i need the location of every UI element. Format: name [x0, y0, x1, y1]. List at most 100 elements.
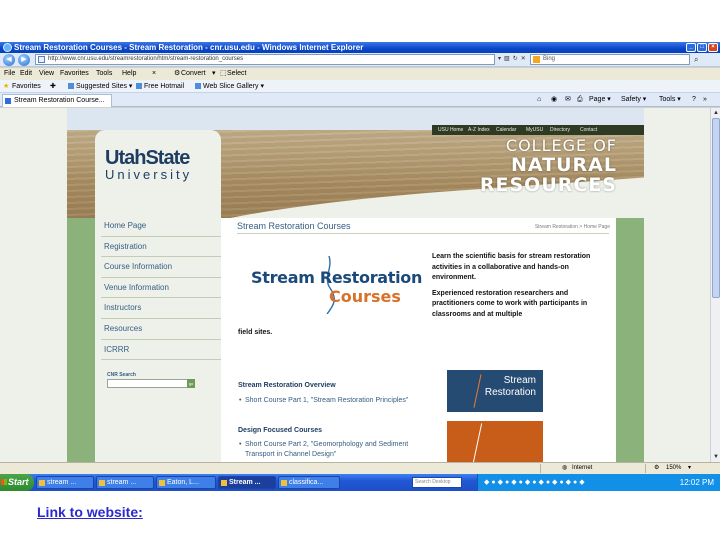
window-icon — [39, 480, 45, 486]
nav-course-information[interactable]: Course Information — [101, 257, 221, 278]
top-links: USU Home A-Z Index Calendar MyUSU Direct… — [432, 125, 644, 135]
college-title: COLLEGE OF NATURAL RESOURCES — [479, 136, 617, 196]
top-link-az-index[interactable]: A-Z Index — [468, 125, 490, 135]
search-input[interactable]: Bing — [530, 54, 690, 65]
taskbar-item[interactable]: classifica... — [278, 476, 340, 489]
intro-paragraph-1: Learn the scientific basis for stream re… — [432, 253, 591, 281]
search-icon[interactable]: ⌕ — [694, 55, 698, 65]
site-icon — [5, 98, 11, 104]
favorites-item-hotmail[interactable]: Free Hotmail — [136, 80, 184, 93]
dropdown-arrow-icon[interactable]: ▾ — [212, 68, 216, 80]
logo-stream-text: Stream Restoration — [251, 268, 423, 287]
zoom-dropdown-icon[interactable]: ▾ — [688, 463, 691, 474]
orange-tile[interactable] — [447, 421, 543, 462]
nav-icrrr[interactable]: ICRRR — [101, 340, 221, 361]
desktop-search-input[interactable]: Search Desktop — [412, 477, 462, 488]
scroll-thumb[interactable] — [712, 118, 720, 298]
refresh-icon[interactable]: ↻ — [513, 55, 518, 62]
usu-logo[interactable]: UtahState University — [105, 148, 215, 181]
search-placeholder: Bing — [543, 56, 556, 62]
menu-select[interactable]: Select — [227, 68, 246, 80]
menu-file[interactable]: File — [4, 68, 15, 80]
site-icon — [195, 83, 201, 90]
logo-courses-text: Courses — [329, 287, 401, 306]
top-link-contact[interactable]: Contact — [580, 125, 597, 135]
top-link-myusu[interactable]: MyUSU — [526, 125, 543, 135]
taskbar-item[interactable]: stream ... — [96, 476, 154, 489]
usu-website: USU Home A-Z Index Calendar MyUSU Direct… — [67, 108, 644, 462]
protected-mode-icon[interactable]: ⚙ — [654, 463, 659, 474]
back-button[interactable]: ◀ — [3, 54, 15, 66]
scroll-down-icon[interactable]: ▼ — [712, 453, 720, 461]
stream-restoration-logo: Stream Restoration Courses — [251, 256, 427, 314]
tools-menu[interactable]: Tools ▾ — [659, 93, 681, 107]
windows-flag-icon — [1, 479, 7, 485]
nav-resources[interactable]: Resources — [101, 319, 221, 340]
intro-paragraph-2: Experienced restoration researchers and … — [432, 289, 588, 318]
zoom-level[interactable]: 150% — [666, 463, 681, 474]
favorites-label[interactable]: Favorites — [12, 80, 41, 93]
forward-button[interactable]: ▶ — [18, 54, 30, 66]
close-menu-icon[interactable]: × — [152, 68, 156, 80]
maximize-button[interactable]: □ — [697, 43, 707, 52]
taskbar-item[interactable]: Eaton, L... — [156, 476, 216, 489]
scroll-up-icon[interactable]: ▲ — [712, 109, 720, 117]
stream-restoration-tile[interactable]: Stream Restoration — [447, 370, 543, 412]
site-icon — [136, 83, 142, 90]
course-link-part2[interactable]: • Short Course Part 2, "Geomorphology an… — [239, 440, 425, 460]
top-link-directory[interactable]: Directory — [550, 125, 570, 135]
nav-instructors[interactable]: Instructors — [101, 298, 221, 319]
help-icon[interactable]: ? — [692, 93, 696, 107]
feeds-icon[interactable]: ◉ — [551, 93, 557, 107]
side-nav: Home Page Registration Course Informatio… — [101, 216, 221, 361]
tray-icons[interactable]: ◆●◆●◆●◆●◆●◆●◆●◆ — [484, 478, 587, 486]
taskbar-item-active[interactable]: Stream ... — [218, 476, 276, 489]
dropdown-arrow-icon[interactable]: ▾ — [498, 55, 501, 62]
favorites-star-icon[interactable]: ★ — [3, 80, 9, 93]
tab-bar: Stream Restoration Course... ⌂ ◉ ✉ ⎙ Pag… — [0, 93, 720, 107]
taskbar-item[interactable]: stream ... — [36, 476, 94, 489]
menu-favorites[interactable]: Favorites — [60, 68, 89, 80]
nav-venue-information[interactable]: Venue Information — [101, 278, 221, 299]
safety-menu[interactable]: Safety ▾ — [621, 93, 646, 107]
menu-edit[interactable]: Edit — [20, 68, 32, 80]
address-bar: ◀ ▶ http://www.cnr.usu.edu/streamrestora… — [0, 53, 720, 67]
course-link-part1[interactable]: • Short Course Part 1, "Stream Restorati… — [239, 396, 425, 406]
home-icon[interactable]: ⌂ — [537, 93, 541, 107]
menu-help[interactable]: Help — [122, 68, 136, 80]
window-icon — [99, 480, 105, 486]
menu-view[interactable]: View — [39, 68, 54, 80]
breadcrumb[interactable]: Stream Restoration > Home Page — [535, 224, 610, 230]
close-button[interactable]: × — [708, 43, 718, 52]
more-icon[interactable]: » — [703, 93, 707, 107]
add-favorite-icon[interactable]: ✚ — [50, 80, 56, 93]
mail-icon[interactable]: ✉ — [565, 93, 571, 107]
top-link-usu-home[interactable]: USU Home — [438, 125, 463, 135]
compatibility-icon[interactable]: ▧ — [504, 55, 510, 62]
nav-home-page[interactable]: Home Page — [101, 216, 221, 237]
cnr-search-input[interactable] — [107, 379, 189, 388]
favorites-item-suggested[interactable]: Suggested Sites ▾ — [68, 80, 132, 93]
tab-stream-restoration[interactable]: Stream Restoration Course... — [2, 94, 112, 107]
favorites-bar: ★ Favorites ✚ Suggested Sites ▾ Free Hot… — [0, 80, 720, 93]
menu-convert[interactable]: Convert — [181, 68, 206, 80]
menu-tools[interactable]: Tools — [96, 68, 112, 80]
address-input[interactable]: http://www.cnr.usu.edu/streamrestoration… — [35, 54, 495, 65]
page-menu[interactable]: Page ▾ — [589, 93, 611, 107]
nav-registration[interactable]: Registration — [101, 237, 221, 258]
status-zone: Internet — [572, 465, 593, 471]
stop-icon[interactable]: ✕ — [521, 55, 526, 62]
favorites-item-webslice[interactable]: Web Slice Gallery ▾ — [195, 80, 264, 93]
top-link-calendar[interactable]: Calendar — [496, 125, 516, 135]
vertical-scrollbar[interactable]: ▲ ▼ — [710, 108, 720, 462]
menu-bar: File Edit View Favorites Tools Help × ⚙ … — [0, 68, 720, 80]
page-title: Stream Restoration Courses — [237, 221, 351, 231]
start-button[interactable]: Start — [0, 474, 34, 491]
minimize-button[interactable]: _ — [686, 43, 696, 52]
print-icon[interactable]: ⎙ — [577, 93, 583, 107]
link-caption[interactable]: Link to website: — [37, 504, 143, 520]
select-icon: ⬚ — [220, 70, 227, 77]
intro-text: Learn the scientific basis for stream re… — [432, 252, 612, 325]
cnr-search-button[interactable]: go — [187, 379, 195, 388]
intro-continuation: field sites. — [238, 329, 273, 336]
